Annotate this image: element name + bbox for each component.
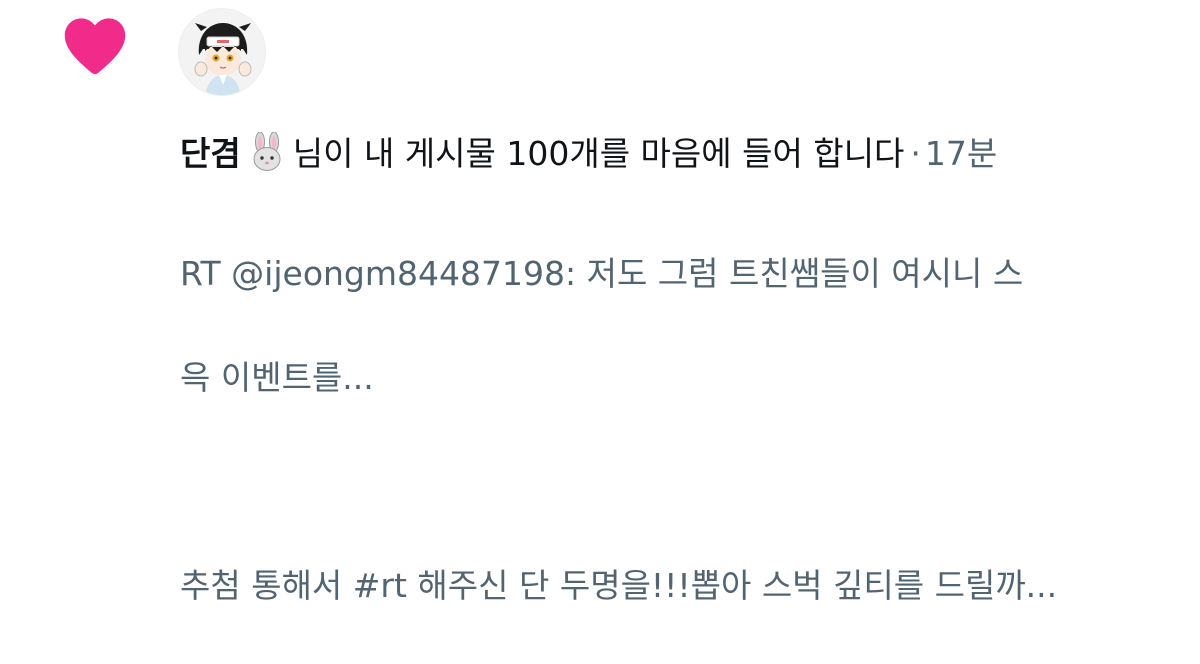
notification-headline: 단겸 님이 내 게시물 100개를 마음에 들어 합니다 · 17분 <box>180 128 1180 180</box>
preview-line: 윽 이벤트를... <box>180 358 374 397</box>
preview-line: RT @ijeongm84487198: 저도 그럼 트친쌤들이 여시니 스 <box>180 254 1024 293</box>
preview-blank-line <box>180 456 1190 508</box>
profile-avatar[interactable] <box>178 8 266 96</box>
preview-line: 추첨 통해서 #rt 해주신 단 두명을!!!뽑아 스벅 깊티를 드릴까... <box>180 566 1058 605</box>
rabbit-face-icon <box>253 132 281 171</box>
like-notification[interactable]: 단겸 님이 내 게시물 100개를 마음에 들어 합니다 · 17분 RT @ije… <box>0 0 1200 605</box>
username[interactable]: 단겸 <box>180 134 241 173</box>
heart-icon <box>64 18 126 75</box>
separator-dot: · <box>910 134 921 173</box>
notification-action-text: 님이 내 게시물 100개를 마음에 들어 합니다 <box>292 134 905 173</box>
notification-time[interactable]: 17분 <box>925 134 997 173</box>
tweet-preview[interactable]: RT @ijeongm84487198: 저도 그럼 트친쌤들이 여시니 스 윽… <box>180 196 1190 664</box>
